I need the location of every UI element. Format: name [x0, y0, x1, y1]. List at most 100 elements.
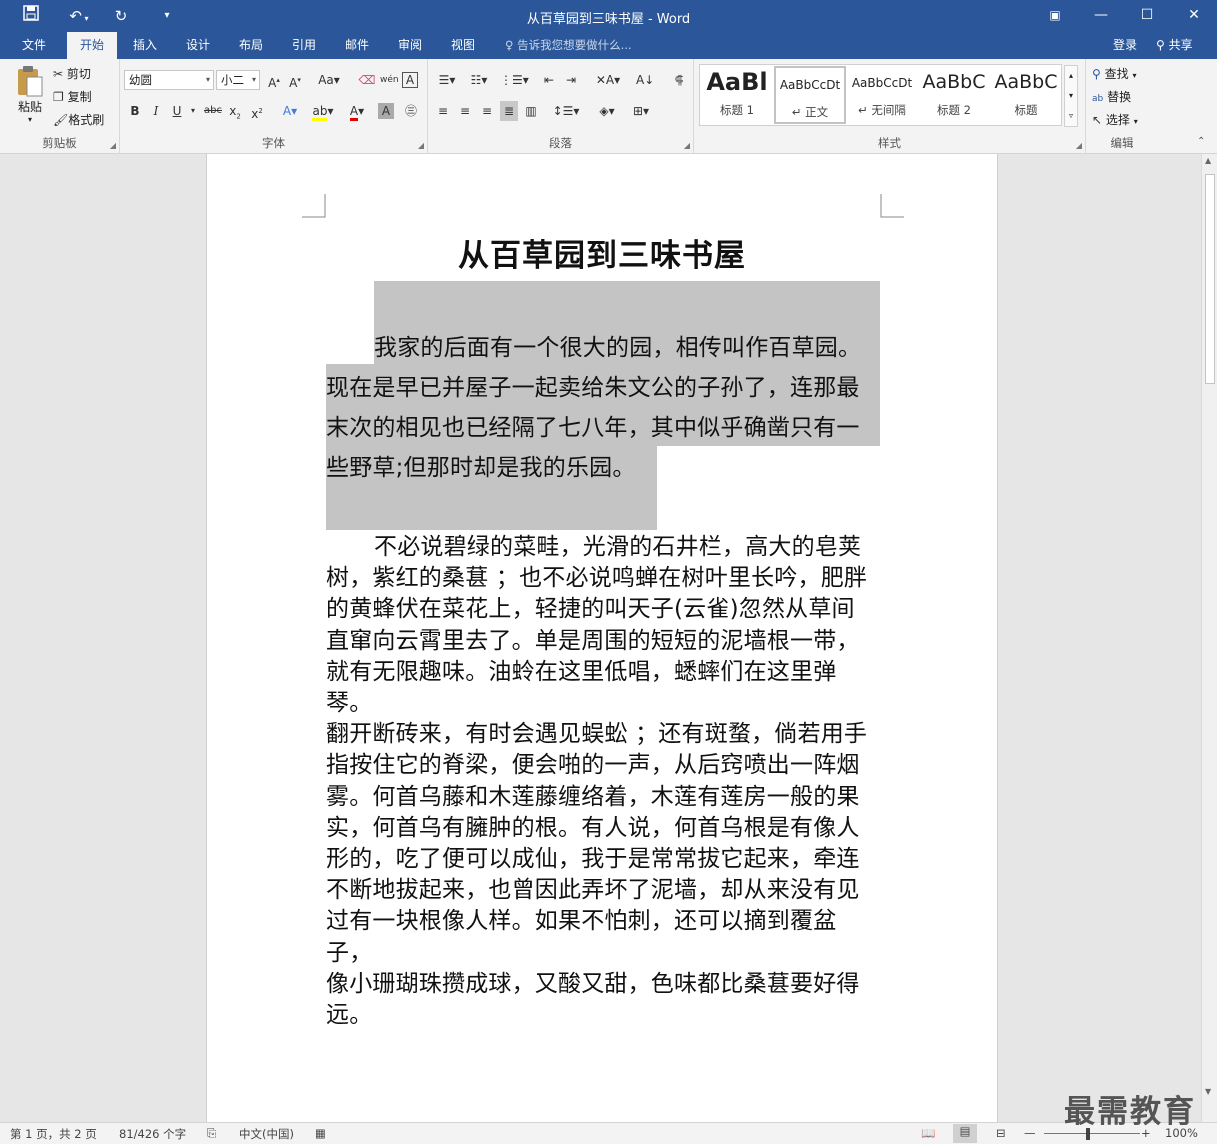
share-button[interactable]: ⚲ 共享 — [1156, 32, 1193, 59]
dialog-launcher-icon[interactable]: ◢ — [1076, 141, 1082, 150]
tab-design[interactable]: 设计 — [176, 32, 220, 59]
language-indicator[interactable]: 中文(中国) — [239, 1126, 294, 1142]
distributed-icon[interactable]: ▥ — [522, 101, 540, 121]
gallery-scroll[interactable]: ▴ ▾ ▿ — [1064, 65, 1078, 127]
document-title[interactable]: 从百草园到三味书屋 — [207, 230, 997, 275]
scroll-down-icon[interactable]: ▼ — [1205, 1087, 1211, 1096]
phonetic-guide-icon[interactable]: wén — [380, 70, 399, 90]
scroll-thumb[interactable] — [1205, 174, 1215, 384]
maximize-button[interactable]: ☐ — [1124, 0, 1170, 32]
chinese-layout-icon[interactable]: ✕A▾ — [594, 70, 622, 90]
collapse-ribbon-icon[interactable]: ⌃ — [1197, 136, 1205, 147]
copy-button[interactable]: ❐ 复制 — [53, 88, 92, 105]
tab-home[interactable]: 开始 — [67, 32, 117, 59]
font-name-combo[interactable]: 幼圆 ▾ — [124, 70, 214, 90]
bullets-icon[interactable]: ☰▾ — [434, 70, 460, 90]
tab-file[interactable]: 文件 — [12, 32, 56, 59]
word-count[interactable]: 81/426 个字 — [119, 1126, 186, 1142]
find-button[interactable]: ⚲ 查找 ▾ — [1092, 65, 1136, 82]
proofing-icon[interactable]: ⎘ — [207, 1126, 216, 1141]
close-button[interactable]: ✕ — [1171, 0, 1217, 32]
page-count[interactable]: 第 1 页，共 2 页 — [10, 1126, 97, 1142]
numbering-icon[interactable]: ☷▾ — [466, 70, 492, 90]
sort-icon[interactable]: A↓ — [636, 70, 654, 90]
vertical-scrollbar[interactable]: ▲ ▼ — [1201, 154, 1217, 1122]
style-no-spacing[interactable]: AaBbCcDt ↵ 无间隔 — [846, 66, 918, 124]
style-name: 标题 2 — [937, 103, 971, 117]
multilevel-list-icon[interactable]: ⋮☰▾ — [500, 70, 529, 90]
font-size-combo[interactable]: 小二 ▾ — [216, 70, 260, 90]
line-spacing-icon[interactable]: ↕☰▾ — [552, 101, 580, 121]
underline-dropdown-icon[interactable]: ▾ — [184, 101, 202, 121]
borders-icon[interactable]: ⊞▾ — [628, 101, 654, 121]
cut-button[interactable]: ✂ 剪切 — [53, 65, 91, 82]
more-icon[interactable]: ▿ — [1065, 106, 1077, 126]
shrink-font-icon[interactable]: A▾ — [286, 70, 304, 90]
font-color-icon[interactable]: A▾ — [344, 101, 370, 121]
corner-mark-right — [880, 194, 904, 218]
style-normal[interactable]: AaBbCcDt ↵ 正文 — [774, 66, 846, 124]
paragraph-1-line[interactable]: 末次的相见也已经隔了七八年，其中似乎确凿只有一 — [326, 408, 882, 448]
document-page[interactable]: 从百草园到三味书屋 我家的后面有一个很大的园，相传叫作百草园。 现在是早已并屋子… — [206, 154, 998, 1122]
strikethrough-icon[interactable]: abc — [202, 101, 224, 121]
align-left-icon[interactable]: ≡ — [434, 101, 452, 121]
style-heading2[interactable]: AaBbC 标题 2 — [918, 66, 990, 124]
dialog-launcher-icon[interactable]: ◢ — [418, 141, 424, 150]
select-button[interactable]: ↖ 选择 ▾ — [1092, 111, 1138, 128]
subscript-icon[interactable]: x2 — [226, 101, 244, 121]
align-right-icon[interactable]: ≡ — [478, 101, 496, 121]
dialog-launcher-icon[interactable]: ◢ — [684, 141, 690, 150]
title-bar: ↶ ▾ ↻ ▾ 从百草园到三味书屋 - Word ▣ — ☐ ✕ — [0, 0, 1217, 32]
paragraph-1-line[interactable]: 我家的后面有一个很大的园，相传叫作百草园。 — [326, 328, 882, 368]
print-layout-icon[interactable]: ▤ — [953, 1124, 977, 1143]
macro-icon[interactable]: ▦ — [315, 1126, 326, 1140]
character-border-icon[interactable]: A — [402, 72, 418, 88]
chevron-up-icon[interactable]: ▴ — [1065, 66, 1077, 86]
chevron-down-icon[interactable]: ▾ — [1065, 86, 1077, 106]
tab-review[interactable]: 审阅 — [388, 32, 432, 59]
style-heading1[interactable]: AaBl 标题 1 — [701, 66, 773, 124]
brush-icon: 🖌 — [53, 113, 69, 127]
tab-references[interactable]: 引用 — [282, 32, 326, 59]
text-effects-icon[interactable]: A▾ — [277, 101, 303, 121]
style-name: 标题 — [1014, 103, 1038, 117]
paragraph-1-line[interactable]: 现在是早已并屋子一起卖给朱文公的子孙了，连那最 — [326, 368, 882, 408]
tab-layout[interactable]: 布局 — [229, 32, 273, 59]
read-mode-icon[interactable]: 📖 — [921, 1126, 935, 1140]
minimize-button[interactable]: — — [1078, 0, 1124, 32]
tell-me-box[interactable]: ♀ 告诉我您想要做什么... — [505, 32, 632, 59]
format-painter-label: 格式刷 — [68, 113, 105, 127]
increase-indent-icon[interactable]: ⇥ — [562, 70, 580, 90]
format-painter-button[interactable]: 🖌格式刷 — [53, 111, 104, 128]
login-link[interactable]: 登录 — [1113, 32, 1137, 59]
web-layout-icon[interactable]: ⊟ — [996, 1126, 1006, 1140]
italic-icon[interactable]: I — [147, 101, 165, 121]
tab-mailings[interactable]: 邮件 — [335, 32, 379, 59]
shading-icon[interactable]: ◈▾ — [594, 101, 620, 121]
paragraph-1-line[interactable]: 些野草;但那时却是我的乐园。 — [326, 448, 882, 488]
zoom-slider[interactable] — [1044, 1133, 1140, 1134]
show-marks-icon[interactable]: ⸿ — [670, 70, 688, 90]
decrease-indent-icon[interactable]: ⇤ — [540, 70, 558, 90]
grow-font-icon[interactable]: A▴ — [265, 70, 283, 90]
paste-button[interactable]: 粘贴 ▾ — [10, 65, 50, 129]
paragraph-2[interactable]: 不必说碧绿的菜畦，光滑的石井栏，高大的皂荚 树，紫红的桑葚 ；也不必说鸣蝉在树叶… — [326, 532, 882, 1031]
replace-button[interactable]: ab 替换 — [1092, 88, 1131, 105]
change-case-icon[interactable]: Aa▾ — [316, 70, 342, 90]
enclose-characters-icon[interactable]: ㊂ — [402, 101, 420, 121]
tab-insert[interactable]: 插入 — [123, 32, 167, 59]
highlight-color-icon[interactable]: ab▾ — [310, 101, 336, 121]
ribbon-display-button[interactable]: ▣ — [1032, 0, 1078, 32]
find-label: 查找 — [1104, 67, 1129, 81]
superscript-icon[interactable]: x2 — [248, 101, 266, 121]
align-center-icon[interactable]: ≡ — [456, 101, 474, 121]
scroll-up-icon[interactable]: ▲ — [1205, 156, 1211, 165]
clear-formatting-icon[interactable]: ⌫ — [358, 70, 376, 90]
tab-view[interactable]: 视图 — [441, 32, 485, 59]
justify-icon[interactable]: ≣ — [500, 101, 518, 121]
zoom-out-icon[interactable]: — — [1024, 1126, 1036, 1140]
style-title[interactable]: AaBbC 标题 — [990, 66, 1062, 124]
character-shading-icon[interactable]: A — [378, 103, 394, 119]
dialog-launcher-icon[interactable]: ◢ — [110, 141, 116, 150]
bold-icon[interactable]: B — [126, 101, 144, 121]
